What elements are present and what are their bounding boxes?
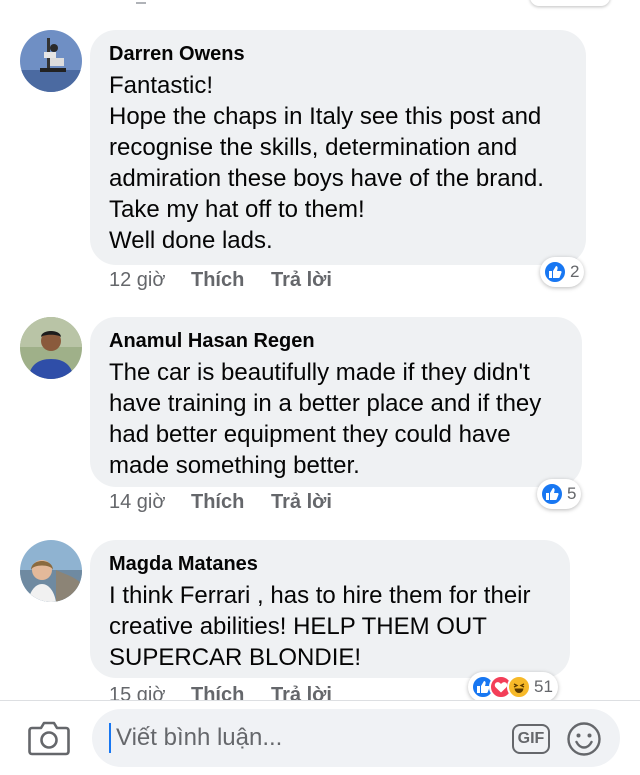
avatar[interactable] <box>20 540 82 602</box>
haha-reaction-icon <box>507 675 531 699</box>
comment-author[interactable]: Anamul Hasan Regen <box>109 329 562 353</box>
like-button[interactable]: Thích <box>191 269 271 292</box>
comment-text: The car is beautifully made if they didn… <box>109 359 542 479</box>
comment-actions: 12 giờ Thích Trả lời <box>109 269 332 292</box>
reply-button[interactable]: Trả lời <box>271 269 332 292</box>
comment-bubble: Magda Matanes I think Ferrari , has to h… <box>90 540 570 678</box>
like-reaction-icon <box>543 260 567 284</box>
comment-bubble: Darren Owens Fantastic! Hope the chaps i… <box>90 30 586 265</box>
reaction-count: 5 <box>567 484 577 503</box>
comment-time[interactable]: 12 giờ <box>109 269 191 292</box>
camera-icon[interactable] <box>28 719 70 757</box>
like-reaction-icon <box>540 482 564 506</box>
comment-input[interactable]: Viết bình luận... GIF <box>92 709 620 767</box>
gif-icon[interactable]: GIF <box>512 724 550 754</box>
comment-author[interactable]: Magda Matanes <box>109 552 550 576</box>
comment-text: Fantastic! Hope the chaps in Italy see t… <box>109 72 544 254</box>
avatar[interactable] <box>20 317 82 379</box>
comment-time[interactable]: 14 giờ <box>109 491 191 514</box>
reaction-count: 2 <box>570 262 580 281</box>
emoji-icon[interactable] <box>566 721 602 757</box>
previous-comment-remnant <box>0 0 640 12</box>
reply-button[interactable]: Trả lời <box>271 491 332 514</box>
reaction-count: 51 <box>534 677 553 696</box>
reaction-summary[interactable]: 51 <box>468 672 558 702</box>
reaction-summary[interactable]: 5 <box>537 479 582 509</box>
reaction-summary[interactable]: 2 <box>540 257 585 287</box>
comment-author[interactable]: Darren Owens <box>109 42 566 66</box>
comment-composer: Viết bình luận... GIF <box>0 700 640 775</box>
comment-actions: 14 giờ Thích Trả lời <box>109 491 332 514</box>
comment-bubble: Anamul Hasan Regen The car is beautifull… <box>90 317 582 487</box>
divider-mark <box>136 0 146 4</box>
comment-input-placeholder: Viết bình luận... <box>116 724 283 751</box>
comment-text: I think Ferrari , has to hire them for t… <box>109 582 531 671</box>
like-button[interactable]: Thích <box>191 491 271 514</box>
text-caret <box>109 723 111 753</box>
avatar[interactable] <box>20 30 82 92</box>
reaction-pill-remnant <box>530 0 610 6</box>
